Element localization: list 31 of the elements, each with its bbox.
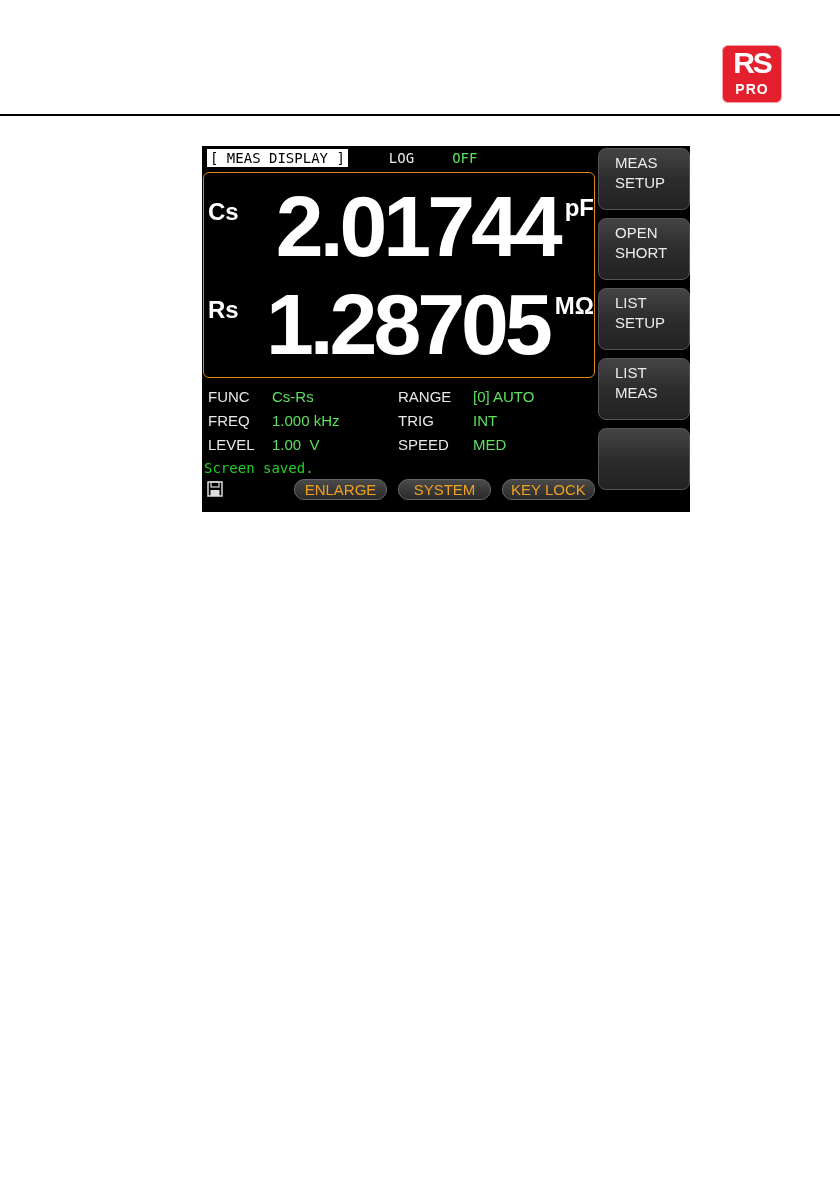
setting-value: 1.00 V xyxy=(272,436,321,454)
softkey[interactable]: LIST SETUP xyxy=(598,288,690,350)
setting-value: 1.000 kHz xyxy=(272,412,341,430)
parameter-label: Rs xyxy=(207,296,240,324)
status-message: Screen saved. xyxy=(203,459,315,478)
screen-title: [ MEAS DISPLAY ] xyxy=(207,149,348,167)
softkey[interactable]: LIST MEAS xyxy=(598,358,690,420)
soft-button[interactable]: ENLARGE xyxy=(294,478,387,500)
setting-value: [0] AUTO xyxy=(473,388,536,406)
setting-label: RANGE xyxy=(398,388,453,406)
setting-label: FUNC xyxy=(208,388,251,406)
logo: RS PRO xyxy=(722,45,782,103)
log-value: OFF xyxy=(452,150,478,166)
blank-softkey[interactable] xyxy=(598,428,690,490)
softkey[interactable]: OPEN SHORT xyxy=(598,218,690,280)
soft-button[interactable]: SYSTEM xyxy=(398,478,491,500)
setting-value: MED xyxy=(473,436,508,454)
soft-button[interactable]: KEY LOCK xyxy=(502,478,595,500)
setting-label: FREQ xyxy=(208,412,251,430)
unit-label: pF xyxy=(564,194,594,222)
log-label: LOG xyxy=(388,150,415,166)
measurement-value: 2.01744 xyxy=(275,180,559,272)
unit-label: MΩ xyxy=(554,292,594,320)
softkey[interactable]: MEAS SETUP xyxy=(598,148,690,210)
setting-value: Cs-Rs xyxy=(272,388,315,406)
setting-label: TRIG xyxy=(398,412,435,430)
setting-label: LEVEL xyxy=(208,436,256,454)
parameter-label: Cs xyxy=(207,198,240,226)
measurement-value: 1.28705 xyxy=(265,278,549,370)
setting-value: INT xyxy=(473,412,499,430)
setting-label: SPEED xyxy=(398,436,450,454)
